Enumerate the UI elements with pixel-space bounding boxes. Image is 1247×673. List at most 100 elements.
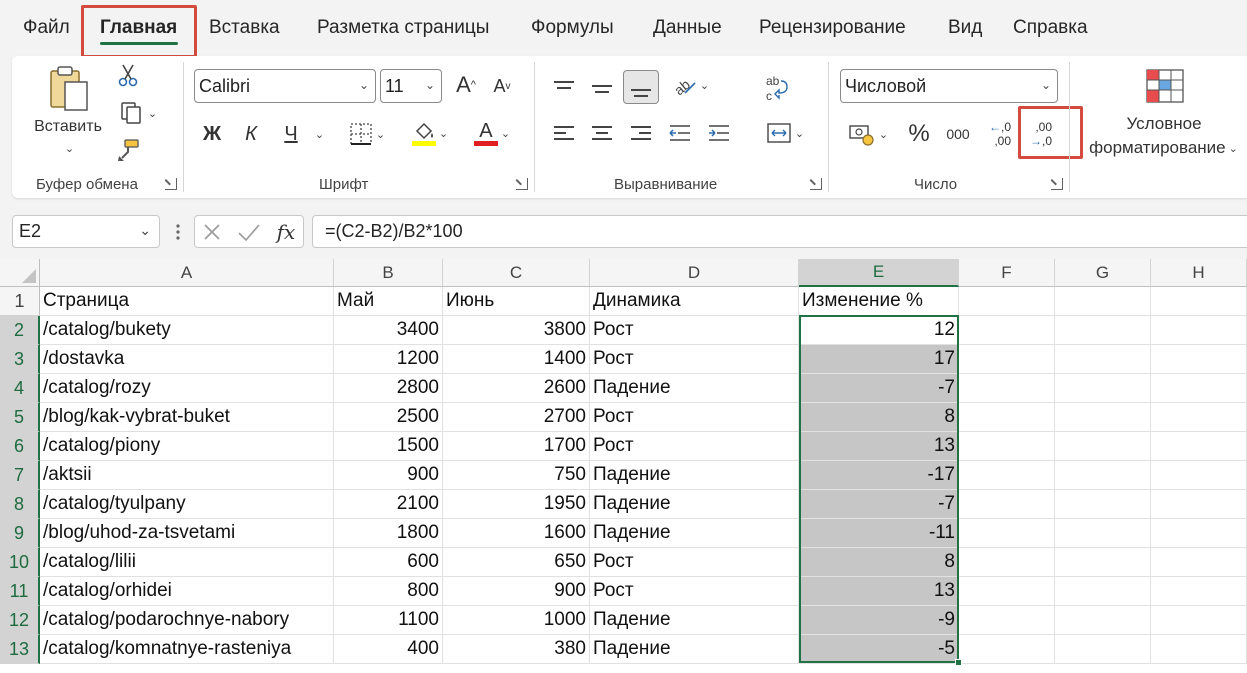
table-cell[interactable]: 1600 — [443, 519, 590, 548]
table-cell[interactable]: -7 — [799, 374, 959, 403]
paste-button[interactable]: Вставить — [26, 116, 110, 138]
table-cell[interactable] — [959, 519, 1055, 548]
tab-file[interactable]: Файл — [23, 17, 70, 39]
table-cell[interactable] — [1055, 403, 1151, 432]
borders-button[interactable]: ⌄ — [340, 119, 394, 149]
row-header[interactable]: 8 — [0, 490, 40, 519]
table-cell[interactable]: 2500 — [334, 403, 443, 432]
table-cell[interactable]: Рост — [590, 345, 799, 374]
table-cell[interactable]: 900 — [334, 461, 443, 490]
clipboard-launcher-icon[interactable] — [165, 178, 177, 190]
table-cell[interactable] — [1055, 490, 1151, 519]
table-cell[interactable] — [1151, 606, 1247, 635]
font-color-button[interactable]: A ⌄ — [465, 116, 519, 150]
column-header-c[interactable]: C — [443, 259, 590, 287]
number-format-combo[interactable]: Числовой ⌄ — [840, 69, 1058, 103]
tab-insert[interactable]: Вставка — [209, 17, 280, 39]
table-cell[interactable]: -9 — [799, 606, 959, 635]
table-cell[interactable]: /catalog/lilii — [40, 548, 334, 577]
row-header[interactable]: 7 — [0, 461, 40, 490]
table-cell[interactable] — [959, 606, 1055, 635]
table-cell[interactable] — [1151, 461, 1247, 490]
tab-view[interactable]: Вид — [948, 17, 982, 39]
column-header-b[interactable]: B — [334, 259, 443, 287]
table-cell[interactable]: Падение — [590, 606, 799, 635]
table-cell[interactable]: 1000 — [443, 606, 590, 635]
decrease-decimal-button[interactable]: ,00 →,0 — [1024, 116, 1058, 152]
row-header[interactable]: 4 — [0, 374, 40, 403]
table-cell[interactable]: 2100 — [334, 490, 443, 519]
table-cell[interactable] — [1055, 432, 1151, 461]
italic-button[interactable]: К — [238, 120, 264, 148]
comma-style-button[interactable]: 000 — [942, 122, 974, 146]
table-cell[interactable]: -7 — [799, 490, 959, 519]
table-cell[interactable] — [959, 490, 1055, 519]
align-left-icon[interactable] — [551, 121, 577, 145]
fill-handle[interactable] — [955, 659, 962, 666]
header-cell[interactable]: Май — [334, 287, 443, 316]
table-cell[interactable] — [1151, 345, 1247, 374]
table-cell[interactable]: 3800 — [443, 316, 590, 345]
format-painter-icon[interactable] — [114, 137, 142, 163]
table-cell[interactable]: 17 — [799, 345, 959, 374]
table-cell[interactable]: 1500 — [334, 432, 443, 461]
tab-page-layout[interactable]: Разметка страницы — [317, 17, 489, 39]
table-cell[interactable] — [1151, 548, 1247, 577]
align-top-icon[interactable] — [551, 72, 577, 98]
table-cell[interactable] — [1151, 374, 1247, 403]
row-header[interactable]: 6 — [0, 432, 40, 461]
header-cell[interactable]: Страница — [40, 287, 334, 316]
row-header[interactable]: 1 — [0, 287, 40, 316]
align-bottom-button[interactable] — [623, 70, 659, 104]
table-cell[interactable]: /catalog/rozy — [40, 374, 334, 403]
table-cell[interactable]: -11 — [799, 519, 959, 548]
header-cell[interactable] — [1055, 287, 1151, 316]
confirm-entry-icon[interactable] — [235, 220, 263, 244]
column-header-h[interactable]: H — [1151, 259, 1247, 287]
table-cell[interactable]: 2700 — [443, 403, 590, 432]
table-cell[interactable] — [959, 461, 1055, 490]
tab-formulas[interactable]: Формулы — [531, 17, 614, 39]
table-cell[interactable]: 3400 — [334, 316, 443, 345]
cancel-entry-icon[interactable] — [200, 220, 224, 244]
table-cell[interactable]: 1400 — [443, 345, 590, 374]
table-cell[interactable]: 1700 — [443, 432, 590, 461]
table-cell[interactable]: 1800 — [334, 519, 443, 548]
row-header[interactable]: 5 — [0, 403, 40, 432]
select-all-corner[interactable] — [0, 259, 40, 287]
underline-button[interactable]: Ч — [276, 120, 306, 148]
table-cell[interactable] — [1055, 519, 1151, 548]
column-header-d[interactable]: D — [590, 259, 799, 287]
increase-indent-icon[interactable] — [705, 121, 733, 145]
row-header[interactable]: 9 — [0, 519, 40, 548]
table-cell[interactable]: 1950 — [443, 490, 590, 519]
table-cell[interactable] — [959, 432, 1055, 461]
table-cell[interactable] — [959, 548, 1055, 577]
row-header[interactable]: 12 — [0, 606, 40, 635]
table-cell[interactable]: Рост — [590, 548, 799, 577]
merge-center-button[interactable]: ⌄ — [757, 117, 813, 149]
table-cell[interactable]: Падение — [590, 635, 799, 664]
header-cell[interactable]: Динамика — [590, 287, 799, 316]
table-cell[interactable]: 750 — [443, 461, 590, 490]
table-cell[interactable] — [1055, 316, 1151, 345]
conditional-formatting-button-line2[interactable]: форматирование ⌄ — [1080, 136, 1247, 160]
grow-font-button[interactable]: A ^ — [451, 70, 481, 100]
table-cell[interactable] — [1151, 519, 1247, 548]
table-cell[interactable]: /aktsii — [40, 461, 334, 490]
decrease-indent-icon[interactable] — [666, 121, 694, 145]
table-cell[interactable] — [959, 374, 1055, 403]
table-cell[interactable]: 8 — [799, 403, 959, 432]
table-cell[interactable]: -5 — [799, 635, 959, 664]
table-cell[interactable]: -17 — [799, 461, 959, 490]
tab-data[interactable]: Данные — [653, 17, 722, 39]
conditional-formatting-icon[interactable] — [1143, 66, 1187, 106]
table-cell[interactable]: 1200 — [334, 345, 443, 374]
font-size-combo[interactable]: 11 ⌄ — [380, 69, 442, 103]
table-cell[interactable]: /blog/kak-vybrat-buket — [40, 403, 334, 432]
copy-icon[interactable]: ⌄ — [113, 100, 163, 126]
table-cell[interactable]: /catalog/piony — [40, 432, 334, 461]
table-cell[interactable]: /catalog/bukety — [40, 316, 334, 345]
orientation-button[interactable]: ab ⌄ — [666, 70, 714, 100]
align-right-icon[interactable] — [628, 121, 654, 145]
